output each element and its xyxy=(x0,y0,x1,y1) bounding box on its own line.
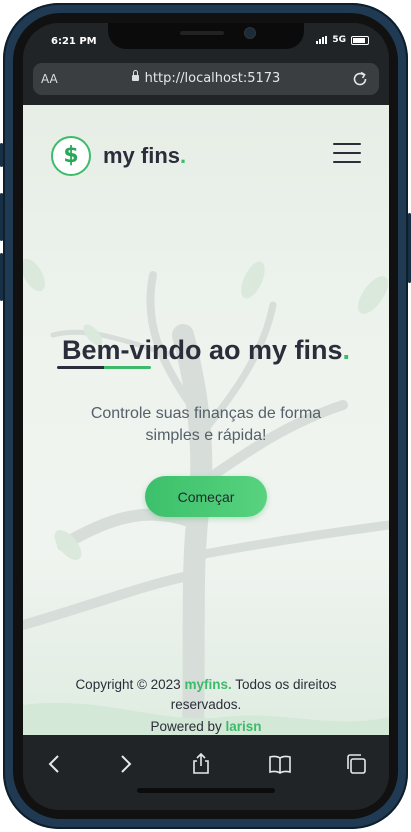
side-button xyxy=(0,253,3,301)
copyright-text: Copyright © 2023 myfins. Todos os direit… xyxy=(75,677,337,712)
signal-icon xyxy=(316,36,328,44)
share-icon[interactable] xyxy=(189,752,213,776)
side-button xyxy=(0,193,3,241)
forward-icon[interactable] xyxy=(113,752,137,776)
home-indicator[interactable] xyxy=(137,788,275,793)
start-button[interactable]: Começar xyxy=(145,476,267,517)
hero-subtitle: Controle suas finanças de forma simples … xyxy=(90,405,322,444)
url-text: http://localhost:5173 xyxy=(144,71,281,86)
camera xyxy=(244,27,256,39)
status-indicators: 5G xyxy=(316,35,369,45)
bookmarks-icon[interactable] xyxy=(268,752,292,776)
url-display[interactable]: http://localhost:5173 xyxy=(33,70,379,86)
reload-icon[interactable] xyxy=(350,69,370,89)
notch xyxy=(108,23,304,49)
battery-icon xyxy=(351,35,369,45)
footer-brand-link[interactable]: myfins. xyxy=(184,677,231,692)
logo-text: my fins. xyxy=(103,143,187,168)
powered-by-text: Powered by larisn xyxy=(150,719,262,734)
screen: 6:21 PM 5G AA http://localhost:5173 $ my… xyxy=(23,23,389,810)
hamburger-menu-icon[interactable] xyxy=(333,143,361,165)
logo[interactable]: $ my fins. xyxy=(51,136,186,176)
hero-title: Bem-vindo ao my fins. xyxy=(61,335,351,365)
back-icon[interactable] xyxy=(43,752,67,776)
side-button xyxy=(0,143,3,167)
browser-toolbar xyxy=(23,735,389,810)
address-bar[interactable]: AA http://localhost:5173 xyxy=(33,63,379,95)
browser-address-area: AA http://localhost:5173 xyxy=(23,61,389,105)
dollar-icon: $ xyxy=(51,136,91,176)
web-page: $ my fins. Bem-vindo ao my fins. Control… xyxy=(23,105,389,735)
status-time: 6:21 PM xyxy=(51,36,97,47)
tabs-icon[interactable] xyxy=(344,752,368,776)
network-label: 5G xyxy=(332,35,346,45)
title-underline-decoration xyxy=(57,366,151,369)
lock-icon xyxy=(131,70,139,81)
author-link[interactable]: larisn xyxy=(226,719,262,734)
speaker xyxy=(180,31,224,35)
